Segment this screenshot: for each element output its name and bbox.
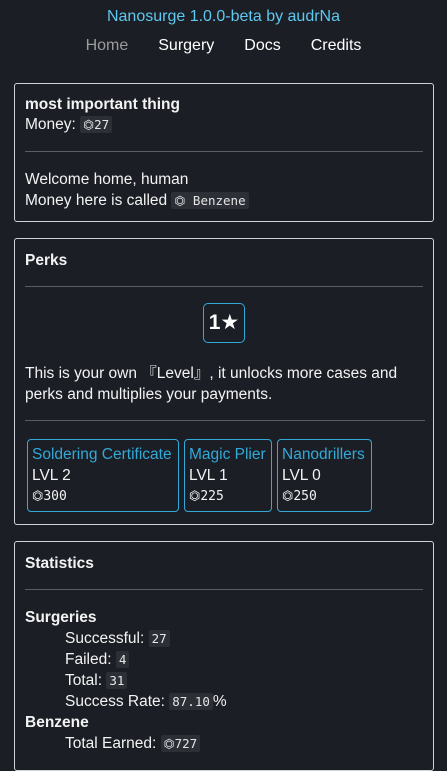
- money-value: ⏣27: [80, 116, 113, 133]
- stat-success-rate: Success Rate: 87.10%: [25, 691, 423, 712]
- level-badge: 1★: [203, 303, 245, 343]
- statistics-divider: [25, 589, 423, 590]
- currency-label: Money here is called: [25, 192, 168, 209]
- statistics-heading: Statistics: [25, 555, 94, 572]
- perk-cost: ⏣250: [282, 489, 317, 504]
- summary-card: most important thing Money: ⏣27 Welcome …: [14, 83, 434, 222]
- perk-nanodrillers[interactable]: Nanodrillers LVL 0 ⏣250: [277, 439, 372, 512]
- main-nav: Home Surgery Docs Credits: [0, 37, 447, 55]
- perk-name: Soldering Certificate: [32, 446, 172, 463]
- perk-cost: ⏣225: [189, 489, 224, 504]
- nav-home[interactable]: Home: [71, 37, 144, 55]
- perk-cost: ⏣300: [32, 489, 67, 504]
- surgeries-heading: Surgeries: [25, 609, 97, 626]
- stat-label: Total:: [65, 672, 103, 689]
- currency-row: Money here is called ⏣ Benzene: [25, 190, 423, 211]
- money-row: Money: ⏣27: [25, 114, 423, 135]
- summary-divider: [25, 151, 423, 152]
- perk-name: Magic Plier: [189, 446, 266, 463]
- stat-failed: Failed: 4: [25, 649, 423, 670]
- stat-value: ⏣727: [160, 735, 201, 752]
- nav-surgery[interactable]: Surgery: [143, 37, 229, 55]
- welcome-text: Welcome home, human: [25, 171, 189, 188]
- perk-magic-plier[interactable]: Magic Plier LVL 1 ⏣225: [184, 439, 272, 512]
- perk-level: LVL 1: [189, 467, 228, 484]
- stat-value: 27: [148, 630, 170, 647]
- stat-label: Total Earned:: [65, 735, 157, 752]
- app-title: Nanosurge 1.0.0-beta by audrNa: [106, 8, 341, 25]
- stat-value: 31: [106, 672, 128, 689]
- perk-soldering-certificate[interactable]: Soldering Certificate LVL 2 ⏣300: [27, 439, 179, 512]
- stat-label: Failed:: [65, 651, 112, 668]
- perks-heading: Perks: [25, 252, 68, 269]
- level-description: This is your own 『Level』, it unlocks mor…: [25, 365, 398, 403]
- benzene-heading: Benzene: [25, 714, 89, 731]
- currency-name: ⏣ Benzene: [171, 192, 249, 209]
- perks-divider-bottom: [25, 420, 425, 421]
- perk-name: Nanodrillers: [282, 446, 365, 463]
- perks-card: Perks 1★ This is your own 『Level』, it un…: [14, 238, 434, 525]
- statistics-card: Statistics Surgeries Successful: 27 Fail…: [14, 541, 434, 771]
- stat-total: Total: 31: [25, 670, 423, 691]
- money-label: Money:: [25, 116, 76, 133]
- perks-divider-top: [25, 286, 423, 287]
- perk-level: LVL 0: [282, 467, 321, 484]
- stat-value: 4: [115, 651, 130, 668]
- stat-successful: Successful: 27: [25, 628, 423, 649]
- nav-docs[interactable]: Docs: [229, 37, 295, 55]
- stat-total-earned: Total Earned: ⏣727: [25, 733, 423, 754]
- stat-label: Successful:: [65, 630, 145, 647]
- stat-value: 87.10: [169, 693, 213, 710]
- percent-suffix: %: [212, 693, 227, 710]
- summary-heading: most important thing: [25, 96, 180, 113]
- perk-level: LVL 2: [32, 467, 71, 484]
- stat-label: Success Rate:: [65, 693, 165, 710]
- nav-credits[interactable]: Credits: [296, 37, 377, 55]
